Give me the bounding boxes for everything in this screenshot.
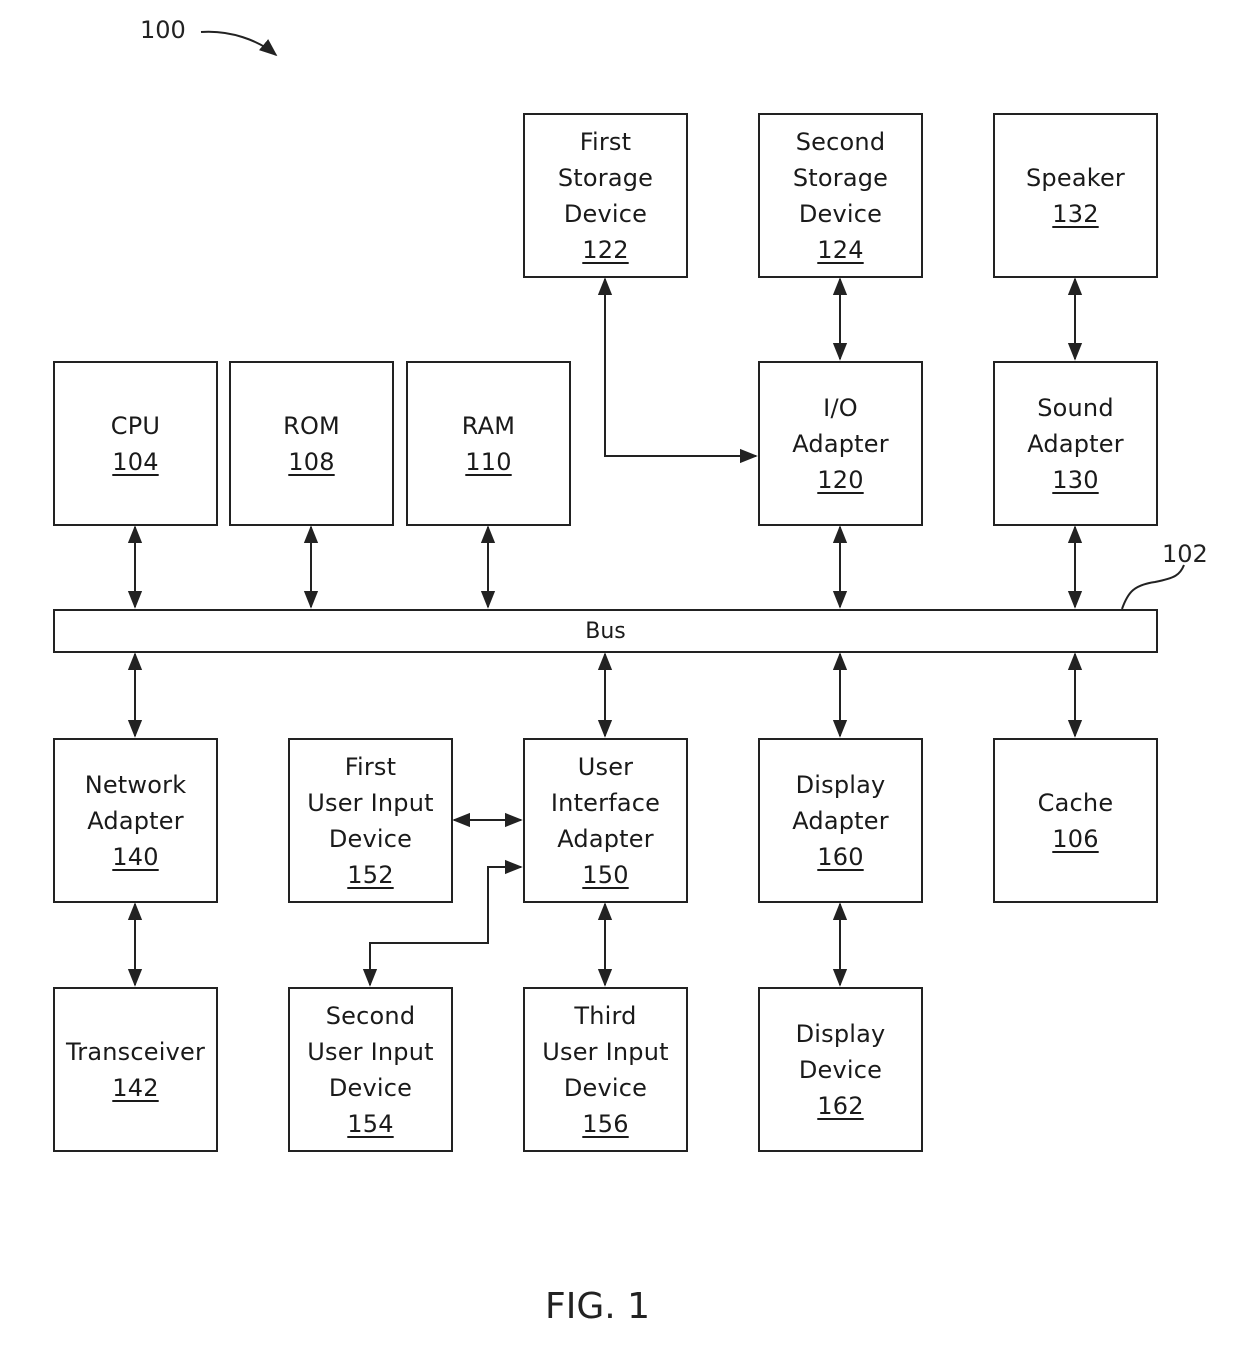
cache-block: Cache 106	[993, 738, 1158, 903]
block-label-line: Storage	[792, 163, 889, 192]
block-label-line: Second	[795, 127, 886, 156]
block-label-line: Third	[574, 1001, 637, 1030]
display-device-block: Display Device 162	[758, 987, 923, 1152]
block-label-line: Display	[795, 770, 886, 799]
block-label-line: User Input	[307, 1037, 434, 1066]
block-label-line: Device	[563, 1073, 648, 1102]
user-interface-adapter-block: User Interface Adapter 150	[523, 738, 688, 903]
block-reference-numeral: 110	[465, 447, 512, 476]
io-adapter-block: I/O Adapter 120	[758, 361, 923, 526]
system-ref-leader	[200, 30, 278, 57]
block-reference-numeral: 132	[1052, 199, 1099, 228]
block-label-line: I/O	[823, 393, 858, 422]
block-label-line: Adapter	[87, 806, 184, 835]
block-label-line: Adapter	[557, 824, 654, 853]
second-storage-device-block: Second Storage Device 124	[758, 113, 923, 278]
block-reference-numeral: 140	[112, 842, 159, 871]
block-reference-numeral: 130	[1052, 465, 1099, 494]
block-label-line: User Input	[307, 788, 434, 817]
block-label-line: Speaker	[1025, 163, 1126, 192]
block-label-line: User	[577, 752, 634, 781]
rom-block: ROM 108	[229, 361, 394, 526]
bus-reference-numeral: 102	[1162, 540, 1208, 568]
third-user-input-device-block: Third User Input Device 156	[523, 987, 688, 1152]
block-label-line: Device	[798, 1055, 883, 1084]
second-user-input-device-block: Second User Input Device 154	[288, 987, 453, 1152]
system-bus: Bus	[53, 609, 1158, 653]
block-reference-numeral: 150	[582, 860, 629, 889]
speaker-block: Speaker 132	[993, 113, 1158, 278]
connector-first-storage-io-adapter	[597, 277, 758, 464]
network-adapter-block: Network Adapter 140	[53, 738, 218, 903]
block-reference-numeral: 124	[817, 235, 864, 264]
block-label-line: ROM	[283, 411, 340, 440]
sound-adapter-block: Sound Adapter 130	[993, 361, 1158, 526]
block-label-line: RAM	[461, 411, 516, 440]
block-label-line: User Input	[542, 1037, 669, 1066]
first-storage-device-block: First Storage Device 122	[523, 113, 688, 278]
block-label-line: Cache	[1037, 788, 1114, 817]
ram-block: RAM 110	[406, 361, 571, 526]
block-label-line: Device	[328, 1073, 413, 1102]
block-label-line: Adapter	[792, 806, 889, 835]
figure-caption: FIG. 1	[545, 1286, 651, 1327]
block-label-line: CPU	[110, 411, 161, 440]
block-label-line: Device	[563, 199, 648, 228]
block-label-line: First	[344, 752, 397, 781]
block-label-line: Adapter	[1027, 429, 1124, 458]
block-label-line: Interface	[550, 788, 661, 817]
first-user-input-device-block: First User Input Device 152	[288, 738, 453, 903]
block-reference-numeral: 162	[817, 1091, 864, 1120]
block-label-line: Adapter	[792, 429, 889, 458]
block-reference-numeral: 152	[347, 860, 394, 889]
block-label-line: Second	[325, 1001, 416, 1030]
block-reference-numeral: 104	[112, 447, 159, 476]
bus-label: Bus	[585, 618, 626, 644]
system-reference-numeral: 100	[140, 16, 186, 44]
block-label-line: Network	[84, 770, 187, 799]
block-label-line: Sound	[1037, 393, 1114, 422]
block-reference-numeral: 156	[582, 1109, 629, 1138]
block-label-line: Storage	[557, 163, 654, 192]
block-reference-numeral: 142	[112, 1073, 159, 1102]
block-label-line: First	[579, 127, 632, 156]
block-label-line: Device	[798, 199, 883, 228]
transceiver-block: Transceiver 142	[53, 987, 218, 1152]
block-label-line: Transceiver	[65, 1037, 206, 1066]
block-reference-numeral: 108	[288, 447, 335, 476]
block-label-line: Display	[795, 1019, 886, 1048]
block-reference-numeral: 106	[1052, 824, 1099, 853]
block-reference-numeral: 122	[582, 235, 629, 264]
block-label-line: Device	[328, 824, 413, 853]
block-reference-numeral: 120	[817, 465, 864, 494]
display-adapter-block: Display Adapter 160	[758, 738, 923, 903]
block-reference-numeral: 154	[347, 1109, 394, 1138]
block-reference-numeral: 160	[817, 842, 864, 871]
cpu-block: CPU 104	[53, 361, 218, 526]
bus-ref-leader	[1121, 564, 1185, 610]
